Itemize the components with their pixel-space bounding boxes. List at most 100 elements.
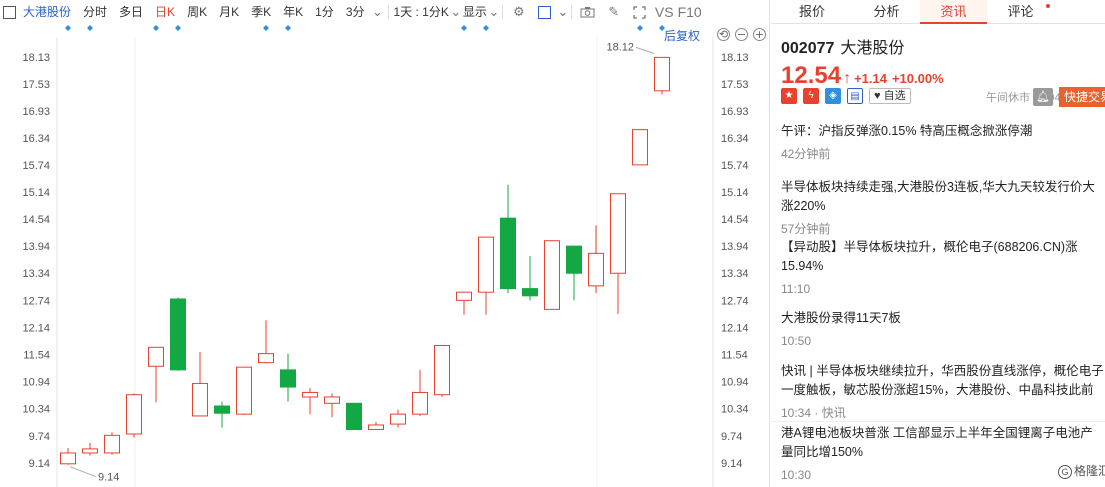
candle-body-up bbox=[610, 193, 626, 274]
camera-icon[interactable] bbox=[580, 4, 596, 20]
news-title: 午评：沪指反弹涨0.15% 特高压概念掀涨停潮 bbox=[781, 124, 1033, 138]
f10-button[interactable]: F10 bbox=[676, 0, 704, 24]
candle-body-down bbox=[346, 402, 362, 430]
document-icon[interactable]: ▤ bbox=[847, 88, 863, 104]
chevron-down-icon[interactable]: ⌄ bbox=[372, 4, 383, 20]
period-tab-1min[interactable]: 1分 bbox=[309, 0, 340, 24]
period-tab-multiday[interactable]: 多日 bbox=[113, 0, 149, 24]
y-tick-label-left: 18.13 bbox=[22, 52, 50, 64]
tag-icon[interactable]: ◈ bbox=[825, 88, 841, 104]
candle-body-up bbox=[258, 353, 274, 364]
price-row: 12.54 ↑ +1.14 +10.00% bbox=[781, 62, 1105, 90]
chevron-down-icon[interactable]: ⌄ bbox=[557, 4, 568, 20]
pencil-icon[interactable]: ✎ bbox=[606, 4, 622, 20]
y-tick-label-left: 13.34 bbox=[22, 268, 50, 280]
max-price-label: 18.12 bbox=[606, 41, 634, 53]
quick-trade-button[interactable]: 快捷交易 bbox=[1059, 87, 1105, 107]
chart-toolbar: 大港股份 分时 多日 日K 周K 月K 季K 年K 1分 3分 ⌄ 1天 : 1… bbox=[0, 0, 770, 24]
zoom-in-icon[interactable]: + bbox=[753, 28, 766, 41]
checkbox-icon[interactable] bbox=[537, 4, 553, 20]
logo-icon: G bbox=[1058, 465, 1072, 479]
news-time: 42分钟前 bbox=[781, 147, 831, 161]
period-tab-daily[interactable]: 日K bbox=[149, 0, 181, 24]
y-tick-label-left: 9.74 bbox=[29, 431, 50, 443]
news-item[interactable]: 【异动股】半导体板块拉升，概伦电子(688206.CN)涨15.94% 11:1… bbox=[781, 238, 1105, 299]
y-tick-label-right: 13.94 bbox=[721, 241, 749, 253]
candle-body-up bbox=[412, 391, 428, 415]
event-marker bbox=[461, 25, 467, 31]
period-tab-yearly[interactable]: 年K bbox=[277, 0, 309, 24]
news-item[interactable]: 快讯 | 半导体板块继续拉升，华西股份直线涨停，概伦电子一度触板，敏芯股份涨超1… bbox=[781, 362, 1105, 423]
zoom-out-icon[interactable]: − bbox=[735, 28, 748, 41]
lightning-icon[interactable]: ϟ bbox=[803, 88, 819, 104]
zoom-reset-icon[interactable]: ⟲ bbox=[717, 28, 730, 41]
info-panel: 报价 分析 资讯 评论 002077 大港股份 12.54 ↑ +1.14 +10… bbox=[771, 0, 1105, 487]
y-tick-label-left: 12.74 bbox=[22, 295, 50, 307]
y-tick-label-right: 14.54 bbox=[721, 214, 749, 226]
y-tick-label-left: 12.14 bbox=[22, 322, 50, 334]
news-title: 大港股份录得11天7板 bbox=[781, 311, 901, 325]
y-tick-label-right: 18.13 bbox=[721, 52, 749, 64]
candle-body-up bbox=[148, 346, 164, 367]
y-tick-label-right: 9.14 bbox=[721, 458, 742, 470]
period-tab-monthly[interactable]: 月K bbox=[213, 0, 245, 24]
y-tick-label-left: 15.74 bbox=[22, 160, 50, 172]
event-marker bbox=[153, 25, 159, 31]
fullscreen-icon[interactable] bbox=[632, 4, 648, 20]
y-tick-label-right: 13.34 bbox=[721, 268, 749, 280]
news-item[interactable]: 半导体板块持续走强,大港股份3连板,华大九天较发行价大涨220% 57分钟前 bbox=[781, 178, 1105, 239]
candle-body-up bbox=[632, 129, 648, 166]
candle-body-up bbox=[236, 366, 252, 415]
y-tick-label-right: 16.93 bbox=[721, 106, 749, 118]
price-change: +1.14 bbox=[854, 71, 887, 86]
settings-icon[interactable]: ⚙ bbox=[511, 4, 527, 20]
news-item[interactable]: 午评：沪指反弹涨0.15% 特高压概念掀涨停潮 42分钟前 bbox=[781, 122, 1105, 164]
y-tick-label-right: 15.14 bbox=[721, 187, 749, 199]
y-tick-label-left: 15.14 bbox=[22, 187, 50, 199]
add-watchlist-button[interactable]: ♥ 自选 bbox=[869, 88, 911, 104]
tab-comments[interactable]: 评论 bbox=[987, 0, 1054, 23]
kline-chart[interactable]: 18.13 18.13 17.53 17.53 16.93 16.93 16.34 16.34… bbox=[0, 24, 770, 487]
flag-icon: ★ bbox=[781, 88, 797, 104]
bell-icon[interactable]: 🔔︎ bbox=[1033, 88, 1053, 106]
adjust-toggle[interactable]: 后复权 bbox=[664, 27, 700, 44]
chevron-down-icon[interactable]: ⌄ bbox=[450, 4, 461, 20]
chevron-down-icon[interactable]: ⌄ bbox=[488, 4, 499, 20]
news-title: 【异动股】半导体板块拉升，概伦电子(688206.CN)涨15.94% bbox=[781, 240, 1078, 273]
stock-name: 大港股份 bbox=[840, 40, 905, 57]
y-tick-label-left: 16.93 bbox=[22, 106, 50, 118]
tab-news[interactable]: 资讯 bbox=[920, 0, 987, 24]
news-time: 10:30 bbox=[781, 468, 812, 482]
news-item[interactable]: 港A锂电池板块普涨 工信部显示上半年全国锂离子电池产量同比增150% 10:30 bbox=[781, 424, 1105, 485]
candle-body-down bbox=[280, 369, 296, 388]
candle-body-up bbox=[82, 448, 98, 454]
max-price-leader bbox=[635, 46, 655, 54]
sidebar-toggle-icon[interactable] bbox=[3, 5, 16, 19]
news-title: 港A锂电池板块普涨 工信部显示上半年全国锂离子电池产量同比增150% bbox=[781, 426, 1093, 459]
period-tab-quarterly[interactable]: 季K bbox=[245, 0, 277, 24]
y-tick-label-right: 11.54 bbox=[721, 350, 748, 362]
candle-body-down bbox=[170, 298, 186, 371]
y-tick-label-right: 10.94 bbox=[721, 377, 749, 389]
display-select[interactable]: 显示 bbox=[461, 0, 489, 24]
candle-body-up bbox=[434, 344, 450, 396]
candle-body-up bbox=[192, 382, 208, 417]
tab-quote[interactable]: 报价 bbox=[771, 0, 853, 23]
watermark: G 格隆汇 bbox=[1058, 462, 1105, 479]
y-tick-label-left: 10.34 bbox=[22, 404, 50, 416]
tab-analysis[interactable]: 分析 bbox=[853, 0, 920, 23]
toolbar-divider bbox=[501, 5, 503, 19]
news-item[interactable]: 大港股份录得11天7板 10:50 bbox=[781, 309, 1105, 351]
y-tick-label-right: 12.74 bbox=[721, 295, 749, 307]
candle-body-up bbox=[478, 236, 494, 293]
period-tab-weekly[interactable]: 周K bbox=[181, 0, 213, 24]
event-marker bbox=[263, 25, 269, 31]
y-tick-label-left: 10.94 bbox=[22, 377, 50, 389]
stock-code: 002077 bbox=[781, 40, 835, 57]
period-tab-intraday[interactable]: 分时 bbox=[77, 0, 113, 24]
period-select[interactable]: 1天 : 1分K bbox=[392, 0, 451, 24]
candle-body-up bbox=[302, 391, 318, 398]
stock-name-label[interactable]: 大港股份 bbox=[21, 0, 77, 24]
vs-button[interactable]: VS bbox=[653, 0, 676, 24]
period-tab-3min[interactable]: 3分 bbox=[340, 0, 371, 24]
